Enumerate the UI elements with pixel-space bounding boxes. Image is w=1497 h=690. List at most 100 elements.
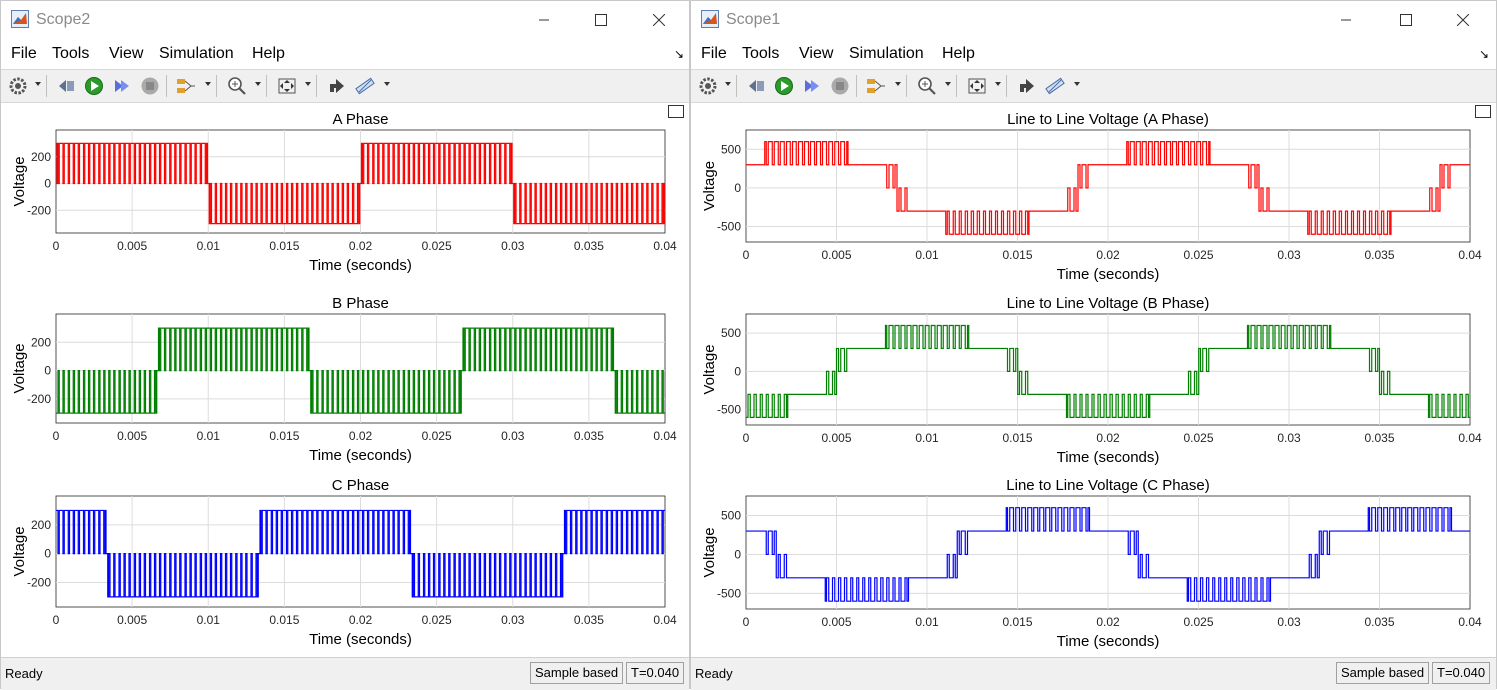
settings-gear-icon[interactable]	[7, 76, 29, 96]
x-tick-label: 0.025	[422, 429, 452, 443]
y-tick-label: -200	[27, 392, 51, 406]
minimize-button[interactable]	[1331, 7, 1361, 33]
zoom-dropdown-arrow-icon[interactable]	[255, 82, 261, 86]
y-tick-label: 0	[734, 181, 741, 195]
toolbar-separator	[316, 75, 317, 97]
highlight-block-icon[interactable]	[1016, 76, 1038, 96]
close-button[interactable]	[1448, 7, 1478, 33]
stop-icon[interactable]	[139, 76, 161, 96]
y-axis-label: Voltage	[701, 161, 718, 211]
measurements-ruler-icon[interactable]	[354, 76, 376, 96]
autoscale-dropdown-arrow-icon[interactable]	[305, 82, 311, 86]
signal-selector-icon[interactable]	[175, 76, 197, 96]
menu-view[interactable]: View	[799, 45, 833, 63]
menu-help[interactable]: Help	[942, 45, 975, 63]
x-tick-label: 0.035	[574, 239, 604, 253]
signal-dropdown-arrow-icon[interactable]	[205, 82, 211, 86]
measurements-ruler-icon[interactable]	[1044, 76, 1066, 96]
x-tick-label: 0.035	[1364, 431, 1394, 445]
y-tick-label: 200	[31, 335, 51, 349]
signal-selector-icon[interactable]	[865, 76, 887, 96]
x-tick-label: 0.015	[1002, 615, 1032, 629]
signal-dropdown-arrow-icon[interactable]	[895, 82, 901, 86]
status-ready: Ready	[695, 666, 733, 681]
autoscale-dropdown-arrow-icon[interactable]	[995, 82, 1001, 86]
zoom-dropdown-arrow-icon[interactable]	[945, 82, 951, 86]
menu-view[interactable]: View	[109, 45, 143, 63]
scope1-axes[interactable]: 0 0.005 0.01 0.015 0.02 0.025 0.03 0.035 0.04 -50…	[691, 103, 1496, 657]
status-time: T=0.040	[626, 662, 685, 684]
x-tick-label: 0.025	[1183, 431, 1213, 445]
y-tick-label: 0	[44, 364, 51, 378]
settings-dropdown-arrow-icon[interactable]	[35, 82, 41, 86]
run-icon[interactable]	[773, 76, 795, 96]
y-tick-label: -200	[27, 575, 51, 589]
minimize-icon	[1341, 19, 1351, 21]
y-tick-label: -500	[717, 403, 741, 417]
y-tick-label: 200	[31, 518, 51, 532]
toolbar	[691, 69, 1496, 103]
step-forward-icon[interactable]	[111, 76, 133, 96]
toolbar-separator	[736, 75, 737, 97]
x-axis-label: Time (seconds)	[309, 257, 412, 274]
x-axis-label: Time (seconds)	[1057, 266, 1160, 283]
highlight-block-icon[interactable]	[326, 76, 348, 96]
run-icon[interactable]	[83, 76, 105, 96]
menu-bar: File Tools View Simulation Help ↘	[1, 41, 689, 67]
x-tick-label: 0.015	[269, 429, 299, 443]
title-bar[interactable]: Scope1	[691, 1, 1496, 39]
measurements-dropdown-arrow-icon[interactable]	[384, 82, 390, 86]
x-axis-label: Time (seconds)	[1057, 449, 1160, 466]
x-tick-label: 0.025	[1183, 615, 1213, 629]
matlab-logo-icon	[701, 10, 719, 28]
x-tick-label: 0.025	[422, 613, 452, 627]
y-tick-label: 0	[734, 364, 741, 378]
axes-group: 0 0.005 0.01 0.015 0.02 0.025 0.03 0.035 0.04 -50…	[701, 111, 1482, 283]
settings-gear-icon[interactable]	[697, 76, 719, 96]
undock-axes-button[interactable]	[1475, 105, 1491, 118]
menu-file[interactable]: File	[701, 45, 727, 63]
settings-dropdown-arrow-icon[interactable]	[725, 82, 731, 86]
y-tick-label: 0	[44, 177, 51, 191]
menu-tools[interactable]: Tools	[742, 45, 779, 63]
close-icon	[653, 14, 665, 26]
menu-tools[interactable]: Tools	[52, 45, 89, 63]
y-axis-label: Voltage	[701, 527, 718, 577]
x-tick-label: 0.005	[821, 431, 851, 445]
axes-group: 0 0.005 0.01 0.015 0.02 0.025 0.03 0.035 0.04 -20…	[11, 111, 677, 274]
matlab-logo-icon	[11, 10, 29, 28]
autoscale-icon[interactable]	[276, 76, 298, 96]
zoom-in-icon[interactable]	[226, 76, 248, 96]
x-tick-label: 0.03	[1277, 615, 1301, 629]
window-title: Scope2	[36, 11, 91, 28]
menu-simulation[interactable]: Simulation	[849, 45, 924, 63]
menu-simulation[interactable]: Simulation	[159, 45, 234, 63]
scope2-axes[interactable]: 0 0.005 0.01 0.015 0.02 0.025 0.03 0.035 0.04 -20…	[1, 103, 689, 657]
toolbar-separator	[956, 75, 957, 97]
undock-axes-button[interactable]	[668, 105, 684, 118]
x-tick-label: 0.035	[574, 613, 604, 627]
x-tick-label: 0.015	[1002, 248, 1032, 262]
maximize-icon	[1400, 14, 1412, 26]
axes-group: 0 0.005 0.01 0.015 0.02 0.025 0.03 0.035 0.04 -50…	[701, 295, 1482, 466]
minimize-button[interactable]	[529, 7, 559, 33]
maximize-button[interactable]	[1391, 7, 1421, 33]
x-tick-label: 0	[53, 429, 60, 443]
step-back-icon[interactable]	[745, 76, 767, 96]
step-back-icon[interactable]	[55, 76, 77, 96]
x-tick-label: 0	[53, 613, 60, 627]
title-bar[interactable]: Scope2	[1, 1, 689, 39]
toolbar-separator	[266, 75, 267, 97]
menu-collapse-arrow-icon[interactable]: ↘	[674, 47, 684, 61]
measurements-dropdown-arrow-icon[interactable]	[1074, 82, 1080, 86]
y-tick-label: 500	[721, 142, 741, 156]
autoscale-icon[interactable]	[966, 76, 988, 96]
menu-help[interactable]: Help	[252, 45, 285, 63]
step-forward-icon[interactable]	[801, 76, 823, 96]
maximize-button[interactable]	[586, 7, 616, 33]
menu-collapse-arrow-icon[interactable]: ↘	[1479, 47, 1489, 61]
stop-icon[interactable]	[829, 76, 851, 96]
menu-file[interactable]: File	[11, 45, 37, 63]
zoom-in-icon[interactable]	[916, 76, 938, 96]
close-button[interactable]	[644, 7, 674, 33]
